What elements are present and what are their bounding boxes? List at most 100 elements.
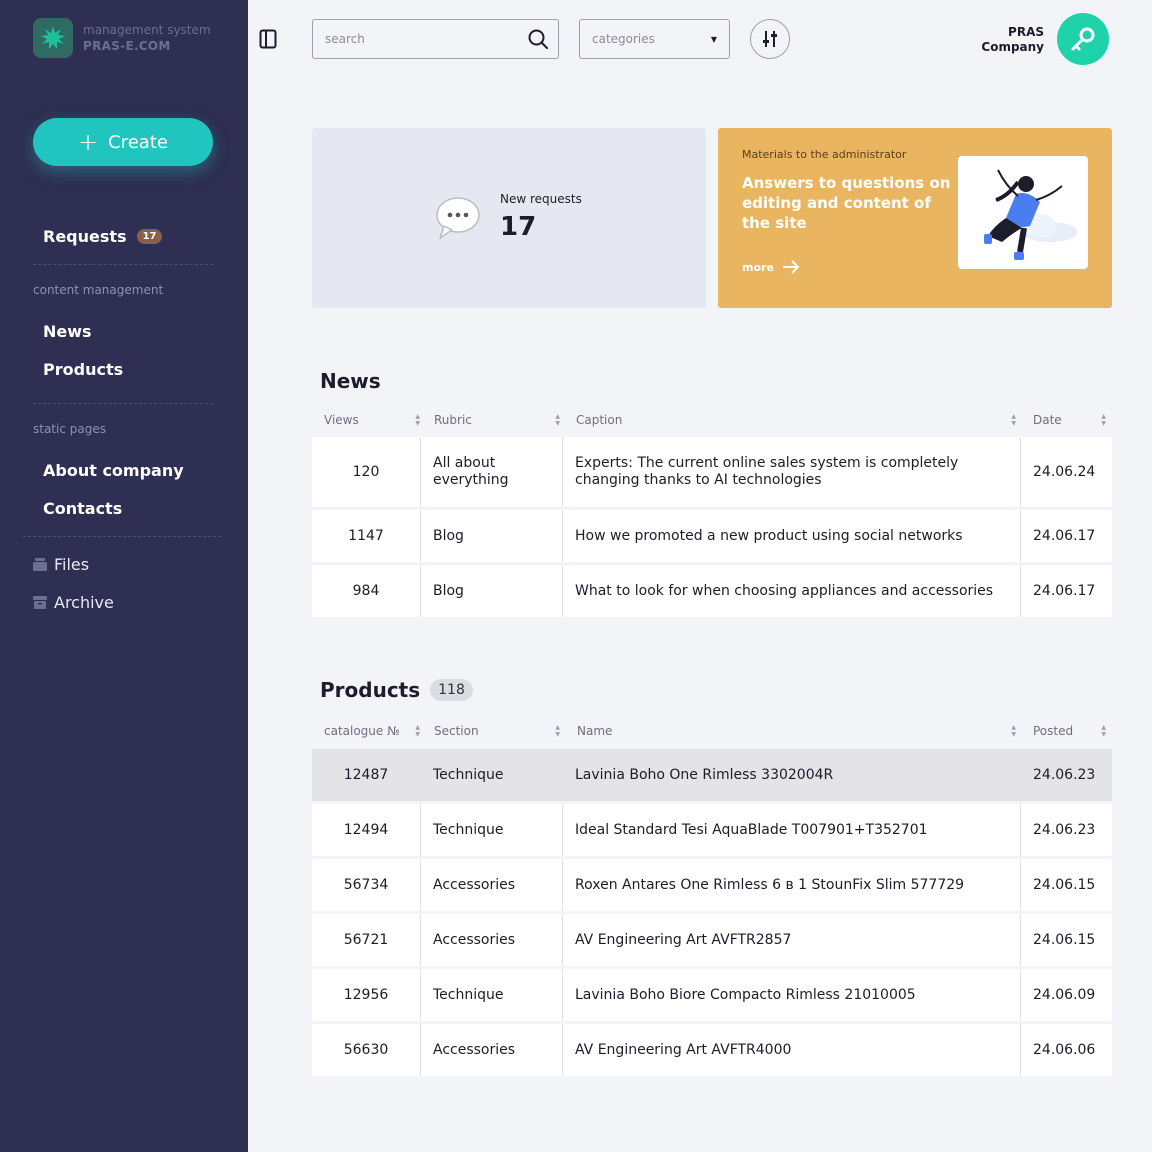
column-header-date[interactable]: Date ▲ ▼ [1021, 407, 1114, 433]
illustration-image [958, 156, 1088, 269]
news-table-header: Views ▲ ▼ Rubric ▲ ▼ Caption ▲ ▼ Date ▲ ▼ [312, 407, 1112, 433]
sidebar-item-products[interactable]: Products [43, 360, 123, 379]
sort-icon: ▲ ▼ [555, 413, 560, 427]
sidebar-item-label: Archive [54, 593, 114, 612]
sidebar-item-requests[interactable]: Requests 17 [43, 227, 163, 246]
cell-date: 24.06.17 [1033, 527, 1096, 544]
products-title: Products [320, 678, 421, 702]
cell-section: Accessories [421, 859, 563, 911]
sort-icon: ▲ ▼ [415, 724, 420, 738]
cell-name: AV Engineering Art AVFTR2857 [563, 914, 1021, 966]
create-button[interactable]: + Create [33, 118, 213, 166]
cell-posted: 24.06.23 [1033, 766, 1096, 783]
table-row[interactable]: 56734 Accessories Roxen Antares One Riml… [312, 859, 1112, 914]
cell-catalogue: 56721 [312, 914, 421, 966]
sidebar-item-contacts[interactable]: Contacts [43, 499, 122, 518]
table-row[interactable]: 984 Blog What to look for when choosing … [312, 565, 1112, 620]
requests-count-badge: 17 [136, 229, 163, 244]
table-row[interactable]: 12956 Technique Lavinia Boho Biore Compa… [312, 969, 1112, 1024]
table-row[interactable]: 120 All about everything Experts: The cu… [312, 437, 1112, 510]
cell-posted: 24.06.06 [1033, 1041, 1096, 1058]
materials-title: Answers to questions on editing and cont… [742, 174, 951, 232]
search-icon[interactable] [528, 29, 548, 49]
column-header-posted[interactable]: Posted ▲ ▼ [1021, 718, 1114, 744]
cell-catalogue: 12487 [312, 749, 421, 801]
cell-name: Roxen Antares One Rimless 6 в 1 StounFix… [563, 859, 1021, 911]
divider [33, 264, 213, 265]
cell-posted: 24.06.09 [1033, 986, 1096, 1003]
table-row[interactable]: 56721 Accessories AV Engineering Art AVF… [312, 914, 1112, 969]
cell-posted: 24.06.23 [1033, 821, 1096, 838]
column-header-caption[interactable]: Caption ▲ ▼ [564, 407, 1024, 433]
sidebar-item-news[interactable]: News [43, 322, 92, 341]
sort-icon: ▲ ▼ [1011, 724, 1016, 738]
categories-select[interactable]: categories ▼ [579, 19, 730, 59]
section-heading-content: content management [33, 283, 164, 297]
table-row[interactable]: 12494 Technique Ideal Standard Tesi Aqua… [312, 804, 1112, 859]
brand-subtitle: management system [83, 23, 211, 37]
brand-name: PRAS-E.COM [83, 39, 171, 53]
sidebar-item-label: Requests [43, 227, 127, 246]
search-input[interactable] [313, 20, 513, 58]
table-row[interactable]: 56630 Accessories AV Engineering Art AVF… [312, 1024, 1112, 1079]
table-row[interactable]: 1147 Blog How we promoted a new product … [312, 510, 1112, 565]
cell-section: Accessories [421, 1024, 563, 1076]
cell-rubric: Blog [421, 510, 563, 562]
company-name: PRAS Company [981, 25, 1044, 55]
column-header-catalogue[interactable]: catalogue № ▲ ▼ [312, 718, 428, 744]
column-header-views[interactable]: Views ▲ ▼ [312, 407, 428, 433]
sidebar-item-files[interactable]: Files [33, 555, 89, 574]
column-label: catalogue № [324, 724, 400, 738]
materials-kicker: Materials to the administrator [742, 148, 907, 161]
cell-views: 1147 [312, 510, 421, 562]
cell-rubric: All about everything [421, 437, 563, 507]
cell-views: 984 [312, 565, 421, 617]
cell-views: 120 [312, 437, 421, 507]
filter-button[interactable] [750, 19, 790, 59]
materials-card: Materials to the administrator Answers t… [718, 128, 1112, 308]
cell-posted: 24.06.15 [1033, 876, 1096, 893]
news-title: News [320, 369, 381, 393]
sort-icon: ▲ ▼ [1101, 413, 1106, 427]
column-label: Caption [576, 413, 623, 427]
files-icon [33, 558, 47, 571]
company-line2: Company [981, 40, 1044, 54]
products-table-header: catalogue № ▲ ▼ Section ▲ ▼ Name ▲ ▼ Posted… [312, 718, 1112, 744]
news-table-body: 120 All about everything Experts: The cu… [312, 437, 1112, 620]
star-burst-icon [33, 18, 73, 58]
products-table-body: 12487 Technique Lavinia Boho One Rimless… [312, 749, 1112, 1079]
column-label: Rubric [434, 413, 472, 427]
news-section-title: News [320, 369, 381, 393]
more-link[interactable]: more [742, 260, 800, 274]
column-label: Name [577, 724, 613, 738]
cell-posted: 24.06.15 [1033, 931, 1096, 948]
caret-down-icon: ▼ [710, 34, 717, 44]
cell-catalogue: 56630 [312, 1024, 421, 1076]
new-requests-card[interactable]: New requests 17 [312, 128, 706, 308]
cell-catalogue: 56734 [312, 859, 421, 911]
sidebar-toggle-icon[interactable] [259, 29, 277, 49]
table-row[interactable]: 12487 Technique Lavinia Boho One Rimless… [312, 749, 1112, 804]
cell-name: AV Engineering Art AVFTR4000 [563, 1024, 1021, 1076]
more-label: more [742, 260, 774, 274]
sidebar-item-about[interactable]: About company [43, 461, 184, 480]
column-header-name[interactable]: Name ▲ ▼ [565, 718, 1024, 744]
column-label: Section [434, 724, 479, 738]
sidebar-item-archive[interactable]: Archive [33, 593, 114, 612]
cell-caption: What to look for when choosing appliance… [563, 565, 1021, 617]
cell-date: 24.06.17 [1033, 582, 1096, 599]
select-value: categories [592, 32, 655, 46]
company-line1: PRAS [1008, 25, 1044, 39]
cell-section: Technique [421, 749, 563, 801]
cell-section: Accessories [421, 914, 563, 966]
column-header-rubric[interactable]: Rubric ▲ ▼ [422, 407, 568, 433]
requests-card-count: 17 [500, 212, 537, 242]
cell-catalogue: 12494 [312, 804, 421, 856]
cell-rubric: Blog [421, 565, 563, 617]
cell-section: Technique [421, 804, 563, 856]
cell-name: Lavinia Boho One Rimless 3302004R [563, 749, 1021, 801]
divider [33, 403, 213, 404]
column-header-section[interactable]: Section ▲ ▼ [422, 718, 568, 744]
avatar[interactable] [1057, 13, 1109, 65]
brand[interactable]: management system PRAS-E.COM [33, 18, 211, 58]
